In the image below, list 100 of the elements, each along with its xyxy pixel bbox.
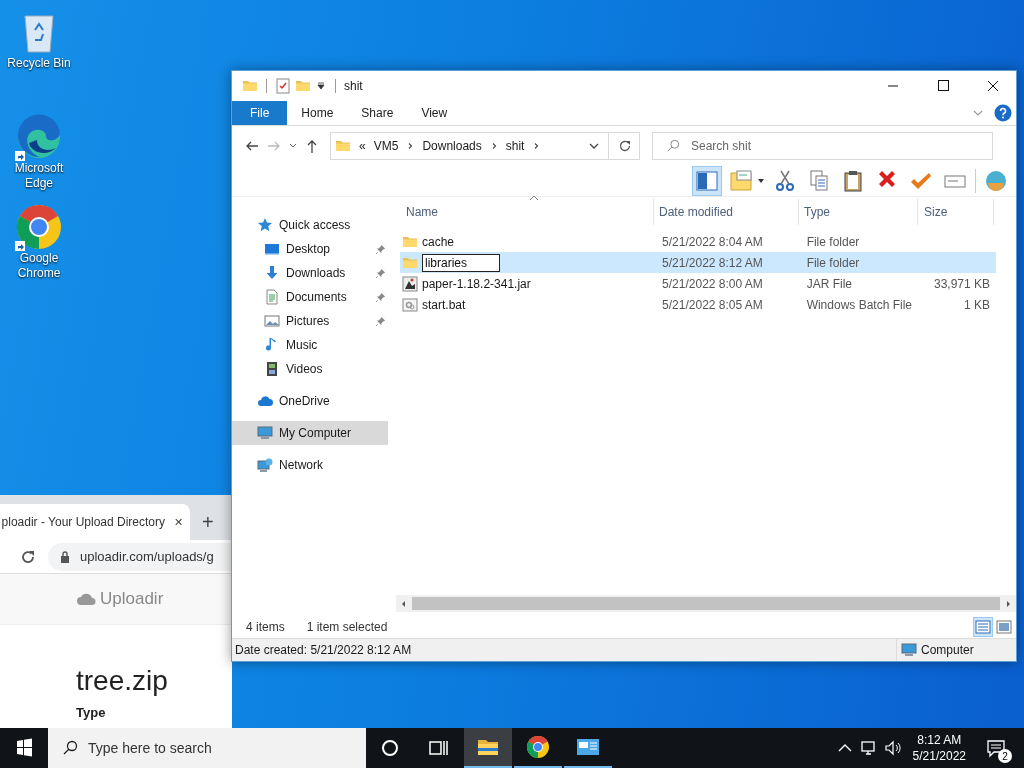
chrome-icon	[15, 203, 63, 251]
computer-icon	[901, 642, 917, 658]
breadcrumb-item[interactable]: VM5	[373, 139, 399, 153]
nav-item[interactable]: My Computer	[232, 421, 388, 445]
nav-item[interactable]: Documents	[232, 285, 396, 309]
details-text: Date created: 5/21/2022 8:12 AM	[235, 643, 412, 657]
folder-icon	[335, 138, 351, 154]
pane-toolbar-icon[interactable]	[693, 167, 721, 195]
ribbon-tab[interactable]: Share	[347, 101, 408, 125]
file-size: 33,971 KB	[933, 276, 990, 291]
nav-item[interactable]: Network	[232, 453, 396, 477]
column-header[interactable]: Name	[396, 199, 654, 225]
search-icon	[666, 139, 680, 153]
chevron-icon[interactable]	[406, 142, 415, 150]
file-name: cache	[422, 234, 455, 249]
batch-file-icon	[402, 296, 418, 313]
computer-icon	[257, 425, 273, 441]
file-type: File folder	[806, 255, 860, 270]
file-type: JAR File	[806, 276, 852, 291]
ribbon-tab[interactable]: Home	[287, 101, 348, 125]
nav-item[interactable]: Pictures	[232, 309, 396, 333]
date-modified: 5/21/2022 8:05 AM	[662, 297, 763, 312]
window-title: shit	[344, 79, 363, 93]
file-type: File folder	[806, 234, 860, 249]
nav-item[interactable]: OneDrive	[232, 389, 396, 413]
search-field[interactable]: Search shit	[652, 132, 993, 160]
desktop-icon-label: Google Chrome	[16, 251, 62, 281]
selection-count: 1 item selected	[306, 620, 388, 634]
file-row[interactable]: cache 5/21/2022 8:04 AM File folder	[400, 231, 996, 252]
edge-swirl-icon	[15, 113, 63, 161]
jar-file-icon	[402, 275, 418, 292]
nav-item[interactable]: Downloads	[232, 261, 396, 285]
taskbar-clock[interactable]: 8:12 AM 5/21/2022	[904, 732, 974, 764]
new-tab-button[interactable]: +	[202, 511, 214, 534]
volume-icon[interactable]	[882, 738, 903, 758]
videos-icon	[264, 361, 280, 377]
pictures-icon	[264, 313, 280, 329]
horizontal-scrollbar[interactable]	[396, 595, 1016, 612]
desktop-icon	[264, 241, 280, 257]
date-modified: 5/21/2022 8:12 AM	[662, 255, 763, 270]
location-text: Computer	[921, 643, 975, 657]
file-name: paper-1.18.2-341.jar	[422, 276, 531, 291]
close-tab-button[interactable]: ✕	[171, 515, 186, 529]
file-row[interactable]: start.bat 5/21/2022 8:05 AM Windows Batch File 1 KB	[400, 294, 996, 315]
onedrive-icon	[257, 393, 273, 409]
network-icon	[257, 457, 273, 473]
breadcrumb-item[interactable]: Downloads	[422, 139, 482, 153]
refresh-icon[interactable]	[617, 138, 633, 154]
downloads-icon	[264, 265, 280, 281]
file-row[interactable]: libraries 5/21/2022 8:12 AM File folder	[400, 252, 996, 273]
rename-field[interactable]: libraries	[422, 253, 500, 272]
ribbon-tab[interactable]: View	[407, 101, 462, 125]
cloud-icon	[76, 592, 96, 606]
file-name: start.bat	[422, 297, 466, 312]
column-header[interactable]: Date modified	[654, 199, 799, 225]
ribbon-tab[interactable]: File	[232, 101, 288, 125]
documents-icon	[264, 289, 280, 305]
item-count: 4 items	[246, 620, 285, 634]
chevron-icon[interactable]	[532, 142, 541, 150]
notification-icon	[986, 738, 1006, 758]
tab-title: ploadir - Your Upload Directory	[1, 515, 165, 529]
chrome-icon	[526, 735, 550, 759]
overflow-marker[interactable]: «	[359, 139, 366, 153]
file-title: tree.zip	[76, 665, 169, 697]
explorer-taskbar-button[interactable]	[464, 728, 512, 768]
address-bar[interactable]: « VM5 Downloads shit	[330, 132, 640, 160]
action-center-button[interactable]: 2	[974, 728, 1018, 768]
lock-icon	[60, 550, 70, 563]
nav-item[interactable]: Music	[232, 333, 396, 357]
tiles-view-icon[interactable]	[995, 618, 1013, 636]
desktop-icon-label: Recycle Bin	[6, 56, 72, 71]
breadcrumb-item[interactable]: shit	[505, 139, 525, 153]
nav-item[interactable]: Quick access	[232, 213, 396, 237]
reload-icon[interactable]	[20, 548, 36, 565]
search-icon	[62, 740, 78, 756]
scroll-left-icon[interactable]	[400, 599, 408, 608]
nav-item[interactable]: Desktop	[232, 237, 396, 261]
section-label: Type	[76, 705, 107, 720]
scroll-right-icon[interactable]	[1004, 599, 1012, 608]
browser-tab[interactable]: ploadir - Your Upload Directory ✕	[0, 504, 190, 540]
nav-item[interactable]: Videos	[232, 357, 396, 381]
date-modified: 5/21/2022 8:04 AM	[662, 234, 763, 249]
column-header[interactable]: Size	[918, 199, 994, 225]
star-icon	[257, 217, 273, 233]
notification-count: 2	[998, 749, 1012, 763]
url-text: uploadir.com/uploads/g	[80, 549, 214, 564]
properties-icon[interactable]	[275, 78, 291, 94]
file-row[interactable]: paper-1.18.2-341.jar 5/21/2022 8:00 AM JAR File 33,971 KB	[400, 273, 996, 294]
address-bar[interactable]: uploadir.com/uploads/g	[48, 542, 232, 571]
column-header[interactable]: Type	[799, 199, 918, 225]
sort-ascending-icon	[529, 195, 539, 201]
caret-icon[interactable]	[757, 177, 765, 185]
date-modified: 5/21/2022 8:00 AM	[662, 276, 763, 291]
file-size: 1 KB	[964, 297, 990, 312]
folder-icon	[242, 78, 258, 94]
taskbar-search-field[interactable]: Type here to search	[48, 728, 366, 768]
desktop-icon-label: Microsoft Edge	[13, 161, 65, 191]
help-icon[interactable]	[994, 104, 1012, 122]
scroll-thumb[interactable]	[412, 597, 1000, 610]
customize-caret-icon[interactable]	[317, 82, 325, 90]
